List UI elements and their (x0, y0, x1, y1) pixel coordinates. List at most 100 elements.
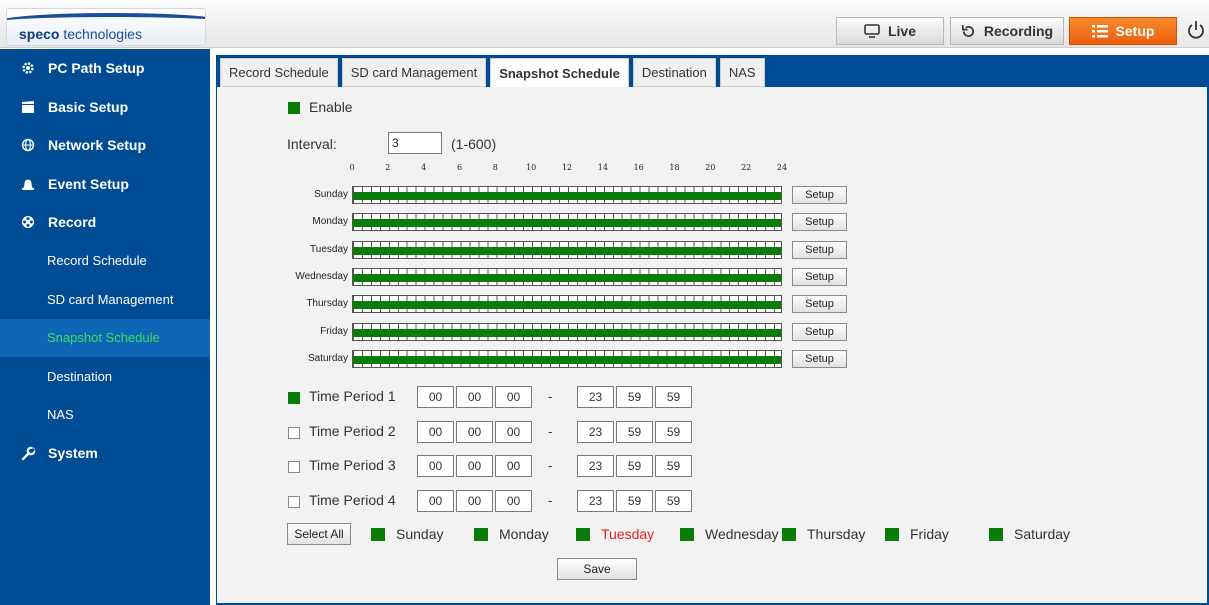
day-checkbox[interactable] (885, 527, 899, 541)
setup-button[interactable]: Setup (1069, 17, 1177, 45)
end-time-field[interactable]: 59 (616, 421, 653, 443)
day-setup-button[interactable]: Setup (792, 295, 847, 313)
tab-label: NAS (728, 65, 756, 80)
day-checkbox[interactable] (371, 527, 385, 541)
sidebar-item-record[interactable]: Record (0, 203, 210, 242)
start-time-field[interactable]: 00 (495, 455, 532, 477)
day-setup-button[interactable]: Setup (792, 350, 847, 368)
day-select-tuesday[interactable]: Tuesday (576, 526, 654, 542)
day-setup-button[interactable]: Setup (792, 186, 847, 204)
start-time-field[interactable]: 00 (417, 490, 454, 512)
end-time-field[interactable]: 59 (616, 386, 653, 408)
hour-tick-label: 20 (705, 163, 716, 172)
hour-tick-label: 6 (456, 163, 463, 172)
day-checkbox[interactable] (782, 527, 796, 541)
day-schedule-bar[interactable] (352, 295, 782, 313)
sidebar-item-network-setup[interactable]: Network Setup (0, 126, 210, 165)
day-schedule-bar[interactable] (352, 241, 782, 259)
time-period-checkbox[interactable] (288, 427, 300, 439)
end-time-field[interactable]: 23 (577, 386, 614, 408)
hour-tick-label: 16 (633, 163, 644, 172)
scheduled-fill (353, 219, 781, 227)
sidebar-item-label: System (48, 445, 98, 462)
save-button[interactable]: Save (557, 558, 637, 580)
day-label: Tuesday (310, 244, 348, 255)
start-time-field[interactable]: 00 (456, 421, 493, 443)
day-schedule-bar[interactable] (352, 323, 782, 341)
sidebar-item-snapshot-schedule[interactable]: Snapshot Schedule (0, 318, 210, 357)
recording-button[interactable]: Recording (950, 17, 1064, 45)
start-time-field[interactable]: 00 (456, 490, 493, 512)
start-time-field[interactable]: 00 (417, 421, 454, 443)
tab-destination[interactable]: Destination (632, 58, 716, 87)
day-label: Wednesday (295, 271, 348, 282)
day-select-wednesday[interactable]: Wednesday (680, 526, 779, 542)
start-time-field[interactable]: 00 (495, 490, 532, 512)
day-setup-button[interactable]: Setup (792, 323, 847, 341)
start-time-field[interactable]: 00 (417, 455, 454, 477)
sidebar-item-system[interactable]: System (0, 434, 210, 473)
power-icon[interactable] (1186, 20, 1206, 42)
end-time-field[interactable]: 23 (577, 490, 614, 512)
day-select-thursday[interactable]: Thursday (782, 526, 865, 542)
day-setup-button[interactable]: Setup (792, 241, 847, 259)
sidebar-item-record-schedule[interactable]: Record Schedule (0, 242, 210, 281)
sidebar-item-destination[interactable]: Destination (0, 357, 210, 396)
sidebar-item-label: Destination (47, 368, 113, 384)
sidebar-item-sd-card-management[interactable]: SD card Management (0, 280, 210, 319)
sidebar-item-event-setup[interactable]: Event Setup (0, 165, 210, 204)
select-all-button[interactable]: Select All (287, 523, 351, 545)
sidebar-item-pc-path-setup[interactable]: PC Path Setup (0, 49, 210, 88)
logo-text: speco technologies (19, 26, 142, 42)
end-time-field[interactable]: 59 (655, 421, 692, 443)
day-checkbox[interactable] (576, 527, 590, 541)
sidebar-item-label: PC Path Setup (48, 60, 145, 77)
start-time-field[interactable]: 00 (456, 386, 493, 408)
day-setup-button[interactable]: Setup (792, 213, 847, 231)
tab-record-schedule[interactable]: Record Schedule (220, 58, 338, 87)
end-time-field[interactable]: 59 (616, 455, 653, 477)
start-time-field[interactable]: 00 (495, 421, 532, 443)
day-schedule-bar[interactable] (352, 350, 782, 368)
day-checkbox[interactable] (680, 527, 694, 541)
live-button[interactable]: Live (836, 17, 944, 45)
sidebar-item-label: Event Setup (48, 175, 129, 192)
end-time-field[interactable]: 59 (655, 490, 692, 512)
day-checkbox[interactable] (474, 527, 488, 541)
end-time-field[interactable]: 59 (655, 455, 692, 477)
time-period-checkbox[interactable] (288, 496, 300, 508)
sidebar-item-basic-setup[interactable]: Basic Setup (0, 88, 210, 127)
start-time-field[interactable]: 00 (495, 386, 532, 408)
start-time-field[interactable]: 00 (417, 386, 454, 408)
enable-checkbox[interactable] (288, 102, 300, 114)
interval-input[interactable]: 3 (388, 132, 442, 154)
day-checkbox-label: Tuesday (601, 526, 655, 542)
list-icon (1091, 24, 1108, 37)
time-period-label: Time Period 1 (309, 388, 396, 404)
day-select-sunday[interactable]: Sunday (371, 526, 443, 542)
end-time-field[interactable]: 59 (655, 386, 692, 408)
end-time-field[interactable]: 23 (577, 421, 614, 443)
tab-bar: Record Schedule SD card Management Snaps… (216, 55, 1209, 88)
day-schedule-bar[interactable] (352, 213, 782, 231)
day-checkbox-label: Wednesday (705, 526, 779, 542)
day-schedule-bar[interactable] (352, 186, 782, 204)
day-select-saturday[interactable]: Saturday (989, 526, 1070, 542)
end-time-field[interactable]: 59 (616, 490, 653, 512)
sidebar-item-nas[interactable]: NAS (0, 396, 210, 435)
start-time-field[interactable]: 00 (456, 455, 493, 477)
scheduled-fill (353, 247, 781, 255)
time-period-checkbox[interactable] (288, 392, 300, 404)
tab-snapshot-schedule[interactable]: Snapshot Schedule (490, 58, 629, 88)
day-select-monday[interactable]: Monday (474, 526, 549, 542)
tab-nas[interactable]: NAS (719, 58, 765, 87)
day-setup-button[interactable]: Setup (792, 268, 847, 286)
end-time-field[interactable]: 23 (577, 455, 614, 477)
day-schedule-bar[interactable] (352, 268, 782, 286)
day-checkbox[interactable] (989, 527, 1003, 541)
wrench-icon (20, 445, 36, 461)
day-checkbox-label: Friday (910, 526, 949, 542)
time-period-checkbox[interactable] (288, 461, 300, 473)
tab-sd-card-management[interactable]: SD card Management (341, 58, 487, 87)
day-select-friday[interactable]: Friday (885, 526, 949, 542)
